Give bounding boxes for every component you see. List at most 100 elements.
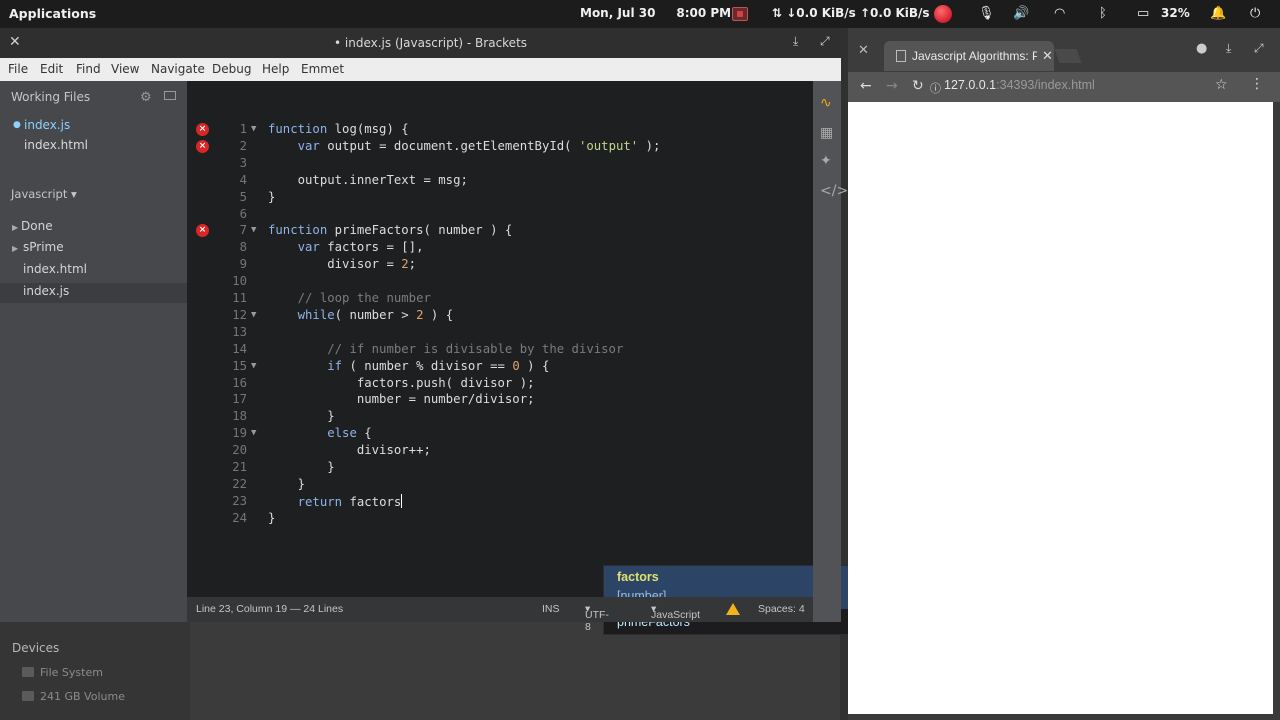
menu-file[interactable]: File — [8, 62, 28, 76]
fold-toggle-icon[interactable]: ▼ — [251, 361, 256, 371]
code-line[interactable]: } — [268, 409, 334, 423]
new-tab-button[interactable] — [1054, 49, 1082, 63]
reload-icon[interactable]: ↻ — [912, 78, 924, 94]
code-line[interactable]: // loop the number — [268, 291, 431, 305]
extension-manager-icon[interactable]: ▦ — [820, 125, 833, 141]
error-marker-icon[interactable]: × — [196, 139, 209, 153]
fold-toggle-icon[interactable]: ▼ — [251, 428, 256, 438]
live-preview-icon[interactable]: ∿ — [820, 95, 832, 111]
line-number: 20 — [232, 443, 247, 458]
insert-mode[interactable]: INS — [542, 603, 560, 615]
network-speed[interactable]: ⇅ ↓0.0 KiB/s ↑0.0 KiB/s — [772, 6, 930, 20]
menu-edit[interactable]: Edit — [40, 62, 63, 76]
code-line[interactable]: } — [268, 460, 334, 474]
code-line[interactable]: var factors = [], — [268, 240, 424, 254]
desktop: Applications Mon, Jul 30 8:00 PM ⇅ ↓0.0 … — [0, 0, 1280, 720]
brackets-titlebar[interactable]: ✕ • index.js (Javascript) - Brackets ⤓ ⤢ — [0, 28, 841, 58]
working-file-index-html[interactable]: index.html — [24, 138, 88, 152]
line-number: 18 — [232, 409, 247, 424]
browser-tab[interactable]: Javascript Algorithms: P ✕ — [884, 41, 1054, 71]
file-manager-content — [190, 622, 840, 720]
notification-bell-icon[interactable]: 🔔 — [1210, 6, 1226, 22]
back-icon[interactable]: ← — [860, 78, 872, 94]
tree-item-done[interactable]: Done — [21, 219, 53, 233]
gear-icon[interactable]: ⚙ — [140, 90, 152, 105]
record-icon[interactable] — [732, 7, 748, 21]
code-line[interactable]: else { — [268, 426, 371, 440]
error-marker-icon[interactable]: × — [196, 123, 209, 136]
code-tag-icon[interactable]: </> — [820, 183, 848, 199]
code-editor[interactable]: 1 × ▼ function log(msg) {2 × var output = do… — [187, 81, 986, 635]
working-file-index-js[interactable]: index.js — [24, 118, 70, 132]
menu-find[interactable]: Find — [76, 62, 101, 76]
menu-navigate[interactable]: Navigate — [151, 62, 205, 76]
recorder-icon[interactable] — [934, 5, 952, 23]
fold-toggle-icon[interactable]: ▼ — [251, 225, 256, 235]
encoding-select[interactable]: UTF-8 ▾ — [585, 603, 609, 633]
minimize-icon[interactable]: ⤓ — [1226, 41, 1231, 56]
fold-toggle-icon[interactable]: ▼ — [251, 124, 256, 134]
applications-menu[interactable]: Applications — [9, 6, 96, 21]
menu-help[interactable]: Help — [262, 62, 289, 76]
forward-icon[interactable]: → — [886, 78, 898, 94]
code-line[interactable]: var output = document.getElementById( 'o… — [268, 139, 661, 153]
clock[interactable]: Mon, Jul 30 8:00 PM — [580, 6, 731, 20]
wifi-icon[interactable]: ◠ — [1054, 6, 1065, 22]
power-icon[interactable]: ⏻ — [1250, 6, 1260, 22]
code-line[interactable]: divisor = 2; — [268, 257, 416, 271]
volume-item[interactable]: 241 GB Volume — [40, 690, 125, 703]
code-line[interactable]: return factors — [268, 493, 403, 509]
code-line[interactable]: } — [268, 190, 275, 204]
code-line[interactable]: function log(msg) { — [268, 122, 409, 136]
line-number: 14 — [232, 341, 247, 356]
bookmark-star-icon[interactable]: ☆ — [1215, 77, 1228, 93]
line-number: 8 — [239, 240, 247, 255]
maximize-icon[interactable]: ⤢ — [820, 34, 830, 49]
menu-view[interactable]: View — [111, 62, 139, 76]
folder-expand-icon[interactable]: ▶ — [12, 223, 18, 232]
battery-icon[interactable]: ▭ — [1137, 6, 1149, 22]
language-select[interactable]: JavaScript ▾ — [651, 603, 700, 621]
code-line[interactable]: while( number > 2 ) { — [268, 308, 454, 322]
info-icon[interactable]: ⓘ — [930, 80, 941, 96]
microphone-icon[interactable]: 🎙 — [978, 6, 995, 22]
minimize-icon[interactable]: ⤓ — [793, 34, 798, 49]
indent-spaces[interactable]: Spaces: 4 — [758, 603, 805, 615]
warning-icon[interactable] — [726, 603, 740, 615]
folder-expand-icon[interactable]: ▶ — [12, 244, 18, 253]
code-line[interactable]: output.innerText = msg; — [268, 173, 468, 187]
code-line[interactable]: if ( number % divisor == 0 ) { — [268, 359, 549, 373]
window-edge — [1273, 102, 1280, 720]
project-dropdown[interactable]: Javascript ▾ — [11, 187, 77, 201]
page-viewport[interactable] — [848, 102, 1273, 714]
hint-factors[interactable]: factors — [617, 570, 659, 584]
tree-item-index-html[interactable]: index.html — [23, 262, 87, 276]
address-bar[interactable]: 127.0.0.1:34393/index.html — [944, 78, 1095, 92]
bluetooth-icon[interactable]: ᛒ — [1099, 6, 1107, 22]
tab-close-icon[interactable]: ✕ — [1042, 48, 1053, 64]
code-line[interactable]: divisor++; — [268, 443, 431, 457]
line-number: 24 — [232, 510, 247, 525]
volume-icon[interactable]: 🔊 — [1013, 6, 1029, 22]
maximize-icon[interactable]: ⤢ — [1254, 41, 1264, 56]
code-line[interactable]: // if number is divisable by the divisor — [268, 342, 623, 356]
tree-item-index-js[interactable]: index.js — [23, 284, 69, 298]
menu-debug[interactable]: Debug — [212, 62, 251, 76]
code-line[interactable]: factors.push( divisor ); — [268, 376, 535, 390]
more-menu-icon[interactable]: ⋮ — [1250, 76, 1264, 92]
account-icon[interactable]: ● — [1196, 41, 1207, 56]
menu-emmet[interactable]: Emmet — [301, 62, 344, 76]
code-line[interactable]: } — [268, 511, 275, 525]
tree-item-sprime[interactable]: sPrime — [23, 240, 64, 254]
close-icon[interactable]: ✕ — [858, 43, 869, 58]
wand-icon[interactable]: ✦ — [820, 153, 832, 169]
code-line[interactable]: number = number/divisor; — [268, 392, 535, 406]
code-line[interactable]: } — [268, 477, 305, 491]
split-view-icon[interactable] — [164, 91, 176, 100]
close-icon[interactable]: ✕ — [9, 34, 21, 50]
code-line[interactable]: function primeFactors( number ) { — [268, 223, 512, 237]
fold-toggle-icon[interactable]: ▼ — [251, 310, 256, 320]
line-number: 15 — [232, 358, 247, 373]
file-system-item[interactable]: File System — [40, 666, 103, 679]
language-value: JavaScript — [651, 609, 701, 621]
